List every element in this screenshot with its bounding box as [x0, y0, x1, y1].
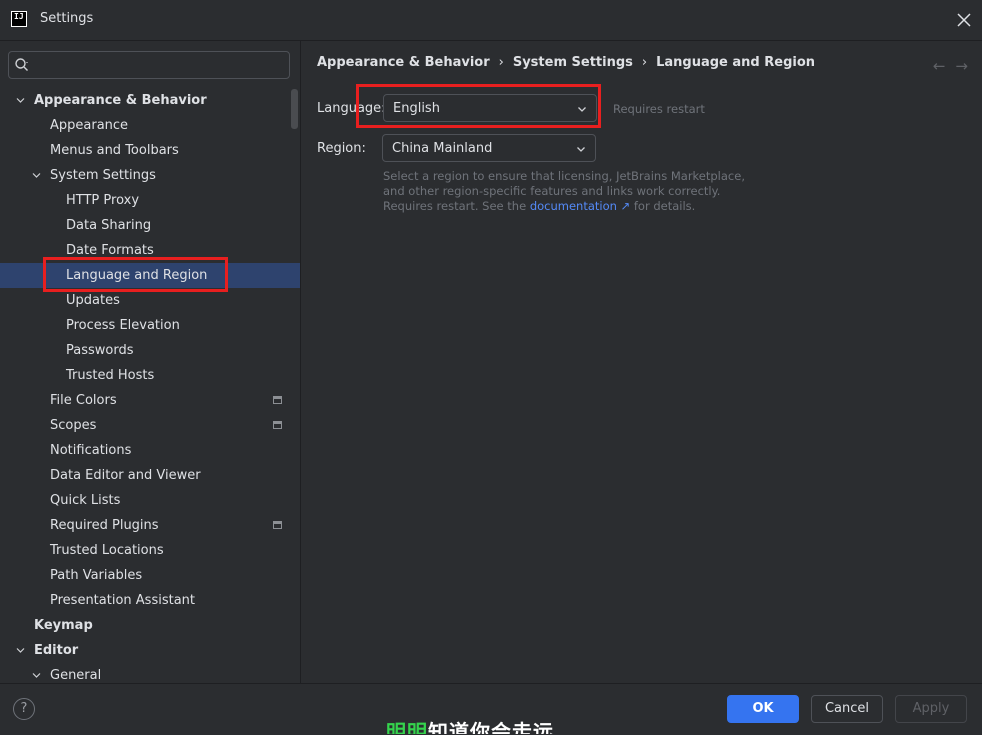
breadcrumb-item: Language and Region	[656, 55, 816, 70]
breadcrumb-item[interactable]: System Settings	[513, 55, 633, 70]
help-icon: ?	[20, 701, 28, 716]
region-label: Region:	[317, 141, 366, 156]
tree-item[interactable]: Menus and Toolbars	[0, 138, 300, 163]
breadcrumb-separator: ›	[641, 55, 648, 70]
ok-button[interactable]: OK	[727, 695, 799, 723]
tree-item-label: Date Formats	[66, 243, 154, 258]
window-title: Settings	[40, 11, 94, 26]
tree-item[interactable]: Presentation Assistant	[0, 588, 300, 613]
cancel-button[interactable]: Cancel	[811, 695, 883, 723]
tree-item-label: Process Elevation	[66, 318, 180, 333]
tree-item[interactable]: General	[0, 663, 300, 683]
tree-item[interactable]: Appearance & Behavior	[0, 88, 300, 113]
tree-item-label: Updates	[66, 293, 120, 308]
tree-item-label: Quick Lists	[50, 493, 121, 508]
language-dropdown[interactable]: English	[383, 94, 597, 122]
tree-item-label: Passwords	[66, 343, 134, 358]
settings-sidebar: Appearance & Behavior Appearance Menus and…	[0, 41, 301, 683]
tree-item[interactable]: Editor	[0, 638, 300, 663]
tree-item-label: Data Sharing	[66, 218, 152, 233]
language-value: English	[393, 100, 440, 116]
tree-item[interactable]: Path Variables	[0, 563, 300, 588]
tree-item[interactable]: File Colors	[0, 388, 300, 413]
tree-item-label: General	[50, 668, 102, 683]
tree-item[interactable]: Date Formats	[0, 238, 300, 263]
search-box[interactable]	[8, 51, 290, 79]
tree-item[interactable]: Updates	[0, 288, 300, 313]
history-nav: ← →	[933, 57, 968, 75]
tree-item[interactable]: Keymap	[0, 613, 300, 638]
close-button[interactable]	[952, 8, 976, 32]
tree-item-label: Keymap	[34, 618, 93, 633]
tree-item-label: Path Variables	[50, 568, 143, 583]
tree-item-label: Editor	[34, 643, 79, 658]
tree-item[interactable]: Language and Region	[0, 263, 300, 288]
back-arrow-icon[interactable]: ←	[933, 57, 946, 75]
tree-item-label: Appearance	[50, 118, 129, 133]
tree-item-label: Appearance & Behavior	[34, 93, 207, 108]
documentation-link[interactable]: documentation ↗	[530, 199, 630, 213]
project-scope-icon	[273, 421, 282, 429]
tree-item-label: Required Plugins	[50, 518, 159, 533]
title-bar: IJ Settings	[0, 0, 982, 41]
chevron-down-icon[interactable]	[32, 171, 41, 180]
tree-item-label: HTTP Proxy	[66, 193, 140, 208]
tree-item-label: Trusted Hosts	[66, 368, 155, 383]
subtitle-green-text: 明明	[386, 720, 428, 734]
subtitle-overlay: 明明知道你会走远	[386, 719, 554, 734]
tree-item[interactable]: Trusted Hosts	[0, 363, 300, 388]
documentation-link-text: documentation	[529, 199, 617, 213]
chevron-down-icon	[577, 147, 585, 152]
tree-item[interactable]: Quick Lists	[0, 488, 300, 513]
search-input[interactable]	[35, 56, 289, 74]
breadcrumb-item[interactable]: Appearance & Behavior	[317, 55, 490, 70]
tree-item-label: Scopes	[50, 418, 97, 433]
tree-item-label: Trusted Locations	[50, 543, 164, 558]
settings-tree: Appearance & Behavior Appearance Menus and…	[0, 88, 300, 683]
chevron-down-icon[interactable]	[16, 646, 25, 655]
forward-arrow-icon[interactable]: →	[955, 57, 968, 75]
region-value: China Mainland	[392, 140, 493, 156]
tree-item-label: Presentation Assistant	[50, 593, 195, 608]
tree-item[interactable]: Appearance	[0, 113, 300, 138]
description-suffix: for details.	[633, 199, 696, 213]
tree-item-label: System Settings	[50, 168, 156, 183]
search-icon	[9, 52, 35, 78]
tree-item[interactable]: Process Elevation	[0, 313, 300, 338]
tree-item[interactable]: Data Sharing	[0, 213, 300, 238]
tree-item-label: Language and Region	[66, 268, 208, 283]
settings-content: Appearance & Behavior › System Settings …	[301, 41, 982, 683]
external-link-icon: ↗	[620, 199, 631, 213]
tree-item[interactable]: Required Plugins	[0, 513, 300, 538]
tree-item[interactable]: Data Editor and Viewer	[0, 463, 300, 488]
project-scope-icon	[273, 396, 282, 404]
requires-restart-hint: Requires restart	[613, 102, 705, 116]
breadcrumb: Appearance & Behavior › System Settings …	[317, 55, 815, 70]
chevron-down-icon[interactable]	[32, 671, 41, 680]
tree-item-label: Data Editor and Viewer	[50, 468, 201, 483]
language-label: Language:	[317, 101, 386, 116]
close-icon	[957, 13, 971, 27]
tree-item-label: Notifications	[50, 443, 132, 458]
tree-item[interactable]: Notifications	[0, 438, 300, 463]
help-button[interactable]: ?	[13, 698, 35, 720]
project-scope-icon	[273, 521, 282, 529]
tree-item-label: File Colors	[50, 393, 117, 408]
tree-item[interactable]: Passwords	[0, 338, 300, 363]
tree-item[interactable]: Scopes	[0, 413, 300, 438]
chevron-down-icon[interactable]	[16, 96, 25, 105]
chevron-down-icon	[578, 107, 586, 112]
tree-item[interactable]: System Settings	[0, 163, 300, 188]
tree-item[interactable]: HTTP Proxy	[0, 188, 300, 213]
region-description: Select a region to ensure that licensing…	[383, 169, 748, 214]
app-icon: IJ	[11, 11, 27, 27]
region-dropdown[interactable]: China Mainland	[382, 134, 596, 162]
tree-item[interactable]: Trusted Locations	[0, 538, 300, 563]
subtitle-white-text: 知道你会走远	[428, 720, 554, 734]
apply-button[interactable]: Apply	[895, 695, 967, 723]
breadcrumb-separator: ›	[498, 55, 504, 70]
tree-item-label: Menus and Toolbars	[50, 143, 179, 158]
